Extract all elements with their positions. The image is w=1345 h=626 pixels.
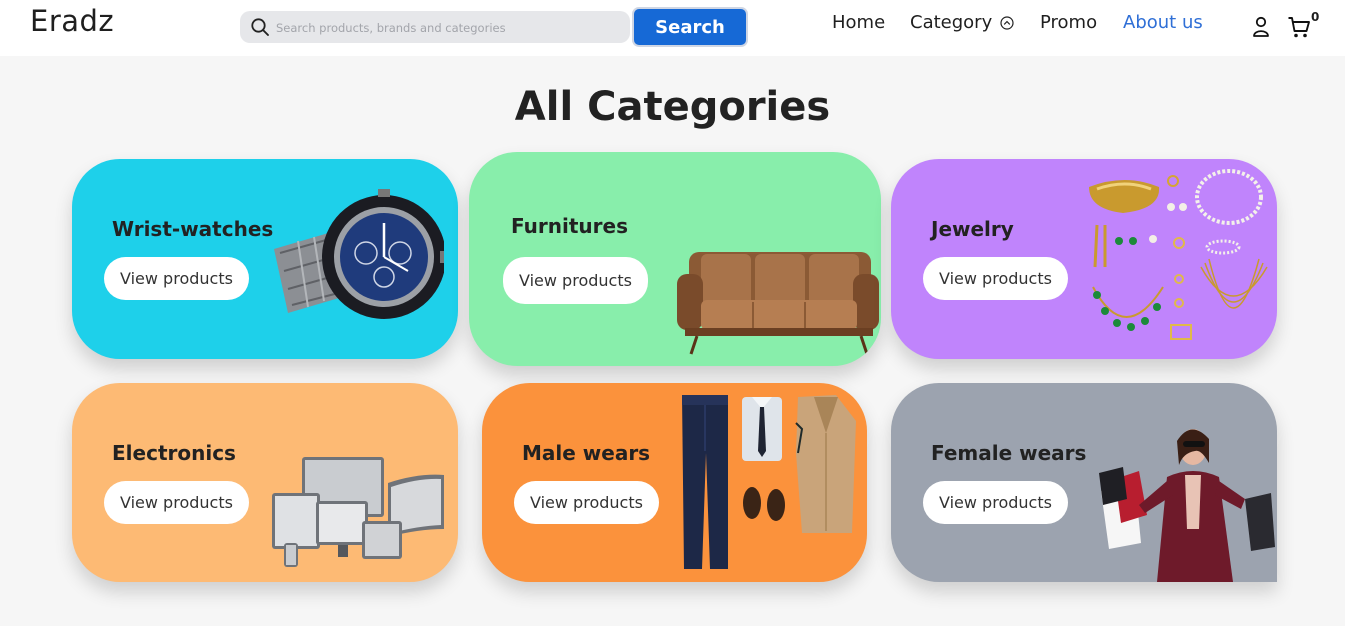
jewelry-image <box>1089 169 1268 340</box>
nav-promo[interactable]: Promo <box>1040 12 1097 33</box>
cart-count-badge: 0 <box>1311 10 1320 24</box>
category-card-male-wears[interactable]: Male wears View products <box>482 383 867 582</box>
search-input[interactable] <box>274 11 618 45</box>
nav-about-us[interactable]: About us <box>1123 12 1203 33</box>
category-title: Jewelry <box>931 217 1014 241</box>
sofa-image <box>677 252 879 355</box>
cart-icon[interactable] <box>1287 15 1311 39</box>
nav-category[interactable]: Category <box>910 12 992 33</box>
category-card-furnitures[interactable]: Furnitures View products <box>469 152 881 366</box>
category-title: Electronics <box>112 441 236 465</box>
category-title: Furnitures <box>511 214 628 238</box>
category-card-female-wears[interactable]: Female wears View products <box>891 383 1277 582</box>
user-icon[interactable] <box>1252 16 1270 37</box>
search-box[interactable] <box>240 11 630 45</box>
electronics-image <box>272 457 444 567</box>
chevron-circle-icon[interactable] <box>1000 16 1014 30</box>
category-card-wrist-watches[interactable]: Wrist-watches View products <box>72 159 458 359</box>
view-products-button[interactable]: View products <box>923 481 1068 524</box>
page-title: All Categories <box>514 84 831 130</box>
category-card-jewelry[interactable]: Jewelry View products <box>891 159 1277 359</box>
shopping-woman-image <box>1099 429 1275 582</box>
view-products-button[interactable]: View products <box>104 257 249 300</box>
view-products-button[interactable]: View products <box>104 481 249 524</box>
search-button[interactable]: Search <box>632 7 748 47</box>
menswear-image <box>682 395 856 569</box>
view-products-button[interactable]: View products <box>923 257 1068 300</box>
header-bar: Eradz Search Home Category Promo About u… <box>0 0 1345 56</box>
search-icon <box>251 18 269 36</box>
nav-home[interactable]: Home <box>832 12 885 33</box>
category-title: Wrist-watches <box>112 217 274 241</box>
view-products-button[interactable]: View products <box>503 257 648 304</box>
category-title: Female wears <box>931 441 1087 465</box>
view-products-button[interactable]: View products <box>514 481 659 524</box>
category-title: Male wears <box>522 441 651 465</box>
category-card-electronics[interactable]: Electronics View products <box>72 383 458 582</box>
wristwatch-image <box>274 189 444 319</box>
logo[interactable]: Eradz <box>30 4 114 38</box>
